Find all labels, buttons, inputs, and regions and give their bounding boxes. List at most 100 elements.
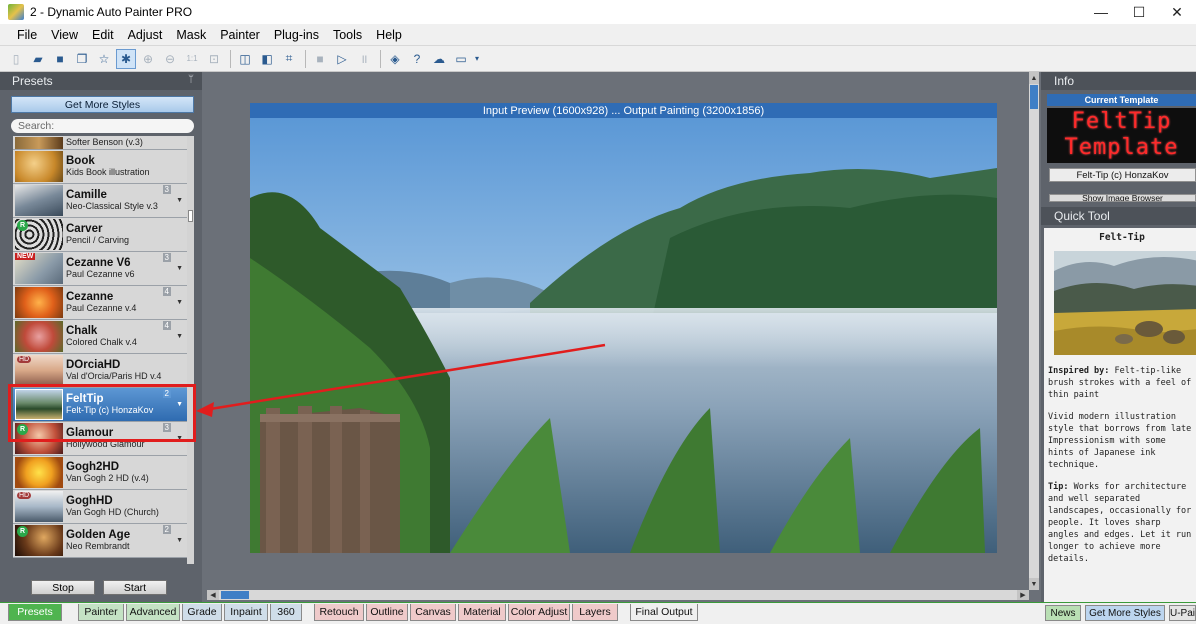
stop-button[interactable]: Stop (31, 580, 95, 595)
scrollbar-thumb[interactable] (188, 210, 193, 222)
preset-item[interactable]: HD GoghHD Van Gogh HD (Church) (13, 490, 187, 524)
zoom-out-icon[interactable]: ⊖ (160, 49, 180, 69)
tab-color-adjust[interactable]: Color Adjust (508, 604, 570, 621)
chevron-down-icon[interactable]: ▼ (176, 537, 183, 544)
scrollbar-thumb[interactable] (1030, 85, 1038, 109)
preset-item[interactable]: NEW Cezanne V6 Paul Cezanne v6 3 ▼ (13, 252, 187, 286)
settings-icon[interactable]: ✱ (116, 48, 136, 69)
tab-360[interactable]: 360 (270, 604, 302, 621)
layers-icon[interactable]: ◈ (385, 49, 405, 69)
pin-icon[interactable]: ᛘ (188, 74, 194, 85)
preset-item[interactable]: Cezanne Paul Cezanne v.4 4 ▼ (13, 286, 187, 320)
preset-item[interactable]: Book Kids Book illustration (13, 150, 187, 184)
tab-advanced[interactable]: Advanced (126, 604, 180, 621)
show-image-browser-button[interactable]: Show Image Browser (1049, 194, 1196, 202)
preview-image[interactable] (250, 118, 997, 553)
scroll-left-icon[interactable]: ◀ (207, 590, 219, 600)
tab-painter[interactable]: Painter (78, 604, 124, 621)
play-icon[interactable]: ▷ (332, 49, 352, 69)
chevron-down-icon[interactable]: ▼ (176, 299, 183, 306)
chevron-down-icon[interactable]: ▼ (176, 197, 183, 204)
scroll-down-icon[interactable]: ▼ (1029, 578, 1039, 590)
new-file-icon[interactable]: ▯ (6, 49, 26, 69)
preset-thumbnail: R (15, 219, 63, 250)
canvas-vertical-scrollbar[interactable]: ▲ ▼ (1029, 72, 1039, 590)
open-folder-icon[interactable]: ▰ (28, 49, 48, 69)
search-input[interactable]: Search: (11, 119, 194, 133)
tab-outline[interactable]: Outline (366, 604, 408, 621)
toolbar-separator (230, 49, 231, 68)
scrollbar-thumb[interactable] (221, 591, 249, 599)
toolbar-overflow-icon[interactable]: ▾ (473, 49, 481, 69)
screen-icon[interactable]: ▭ (451, 49, 471, 69)
scroll-up-icon[interactable]: ▲ (1029, 72, 1039, 84)
fit-icon[interactable]: ⊡ (204, 49, 224, 69)
menu-help[interactable]: Help (369, 28, 409, 42)
help-icon[interactable]: ? (407, 49, 427, 69)
upload-icon[interactable]: ☁ (429, 49, 449, 69)
menu-adjust[interactable]: Adjust (121, 28, 170, 42)
pause-icon[interactable]: ॥ (354, 49, 374, 69)
inspired-by-label: Inspired by: (1048, 366, 1110, 376)
preset-item[interactable]: Camille Neo-Classical Style v.3 3 ▼ (13, 184, 187, 218)
tab-final-output[interactable]: Final Output (630, 604, 698, 621)
start-button[interactable]: Start (103, 580, 167, 595)
menu-plugins[interactable]: Plug-ins (267, 28, 326, 42)
preset-name: Carver (66, 222, 103, 235)
preset-item[interactable]: Chalk Colored Chalk v.4 4 ▼ (13, 320, 187, 354)
tab-grade[interactable]: Grade (182, 604, 222, 621)
preset-item[interactable]: R Golden Age Neo Rembrandt 2 ▼ (13, 524, 187, 558)
stop-icon[interactable]: ■ (310, 49, 330, 69)
chevron-down-icon[interactable]: ▼ (176, 265, 183, 272)
menu-file[interactable]: File (10, 28, 44, 42)
split-view-icon[interactable]: ◫ (235, 49, 255, 69)
preset-version-count: 2 (162, 525, 171, 534)
tab-presets[interactable]: Presets (8, 604, 62, 621)
menu-edit[interactable]: Edit (85, 28, 121, 42)
window-title: 2 - Dynamic Auto Painter PRO (30, 5, 193, 19)
template-led-display: FeltTip Template (1047, 108, 1196, 163)
preset-name: Cezanne (66, 290, 114, 303)
tab-canvas[interactable]: Canvas (410, 604, 456, 621)
bottom-tab-bar: Presets Painter Advanced Grade Inpaint 3… (0, 602, 1196, 624)
get-more-styles-button[interactable]: Get More Styles (11, 96, 194, 113)
compare-icon[interactable]: ◧ (257, 49, 277, 69)
minimize-button[interactable]: — (1082, 0, 1120, 24)
crop-icon[interactable]: ⌗ (279, 49, 299, 69)
news-tab[interactable]: News (1045, 605, 1081, 621)
menu-painter[interactable]: Painter (213, 28, 267, 42)
redesigned-badge: R (17, 220, 28, 231)
get-more-styles-tab[interactable]: Get More Styles (1085, 605, 1165, 621)
preset-list-scrollbar[interactable] (187, 136, 194, 564)
u-paint-tab[interactable]: U-Pai (1169, 605, 1196, 621)
preset-name: Cezanne V6 (66, 256, 131, 269)
highlight-annotation-box (8, 384, 196, 442)
preset-thumbnail (15, 151, 63, 182)
batch-icon[interactable]: ❐ (72, 49, 92, 69)
tab-material[interactable]: Material (458, 604, 506, 621)
preset-item[interactable]: Softer Benson (v.3) (13, 136, 187, 150)
tab-layers[interactable]: Layers (572, 604, 618, 621)
zoom-1to1-icon[interactable]: 1:1 (182, 49, 202, 69)
tab-inpaint[interactable]: Inpaint (224, 604, 268, 621)
preset-item[interactable]: HD DOrciaHD Val d'Orcia/Paris HD v.4 (13, 354, 187, 388)
preset-item[interactable]: Gogh2HD Van Gogh 2 HD (v.4) (13, 456, 187, 490)
style-description: Vivid modern illustration style that bor… (1048, 412, 1192, 470)
menu-mask[interactable]: Mask (169, 28, 213, 42)
preset-description: Van Gogh HD (Church) (66, 506, 159, 517)
canvas-horizontal-scrollbar[interactable]: ◀ ▶ (207, 590, 1029, 600)
star-icon[interactable]: ☆ (94, 49, 114, 69)
close-button[interactable]: ✕ (1158, 0, 1196, 24)
current-template-label: Current Template (1047, 94, 1196, 106)
preset-thumbnail (15, 287, 63, 318)
save-icon[interactable]: ■ (50, 49, 70, 69)
zoom-in-icon[interactable]: ⊕ (138, 49, 158, 69)
chevron-down-icon[interactable]: ▼ (176, 333, 183, 340)
scroll-right-icon[interactable]: ▶ (1017, 590, 1029, 600)
menu-tools[interactable]: Tools (326, 28, 369, 42)
tab-retouch[interactable]: Retouch (314, 604, 364, 621)
menu-view[interactable]: View (44, 28, 85, 42)
maximize-button[interactable]: ☐ (1120, 0, 1158, 24)
preset-version-count: 3 (162, 253, 171, 262)
preset-item[interactable]: R Carver Pencil / Carving (13, 218, 187, 252)
